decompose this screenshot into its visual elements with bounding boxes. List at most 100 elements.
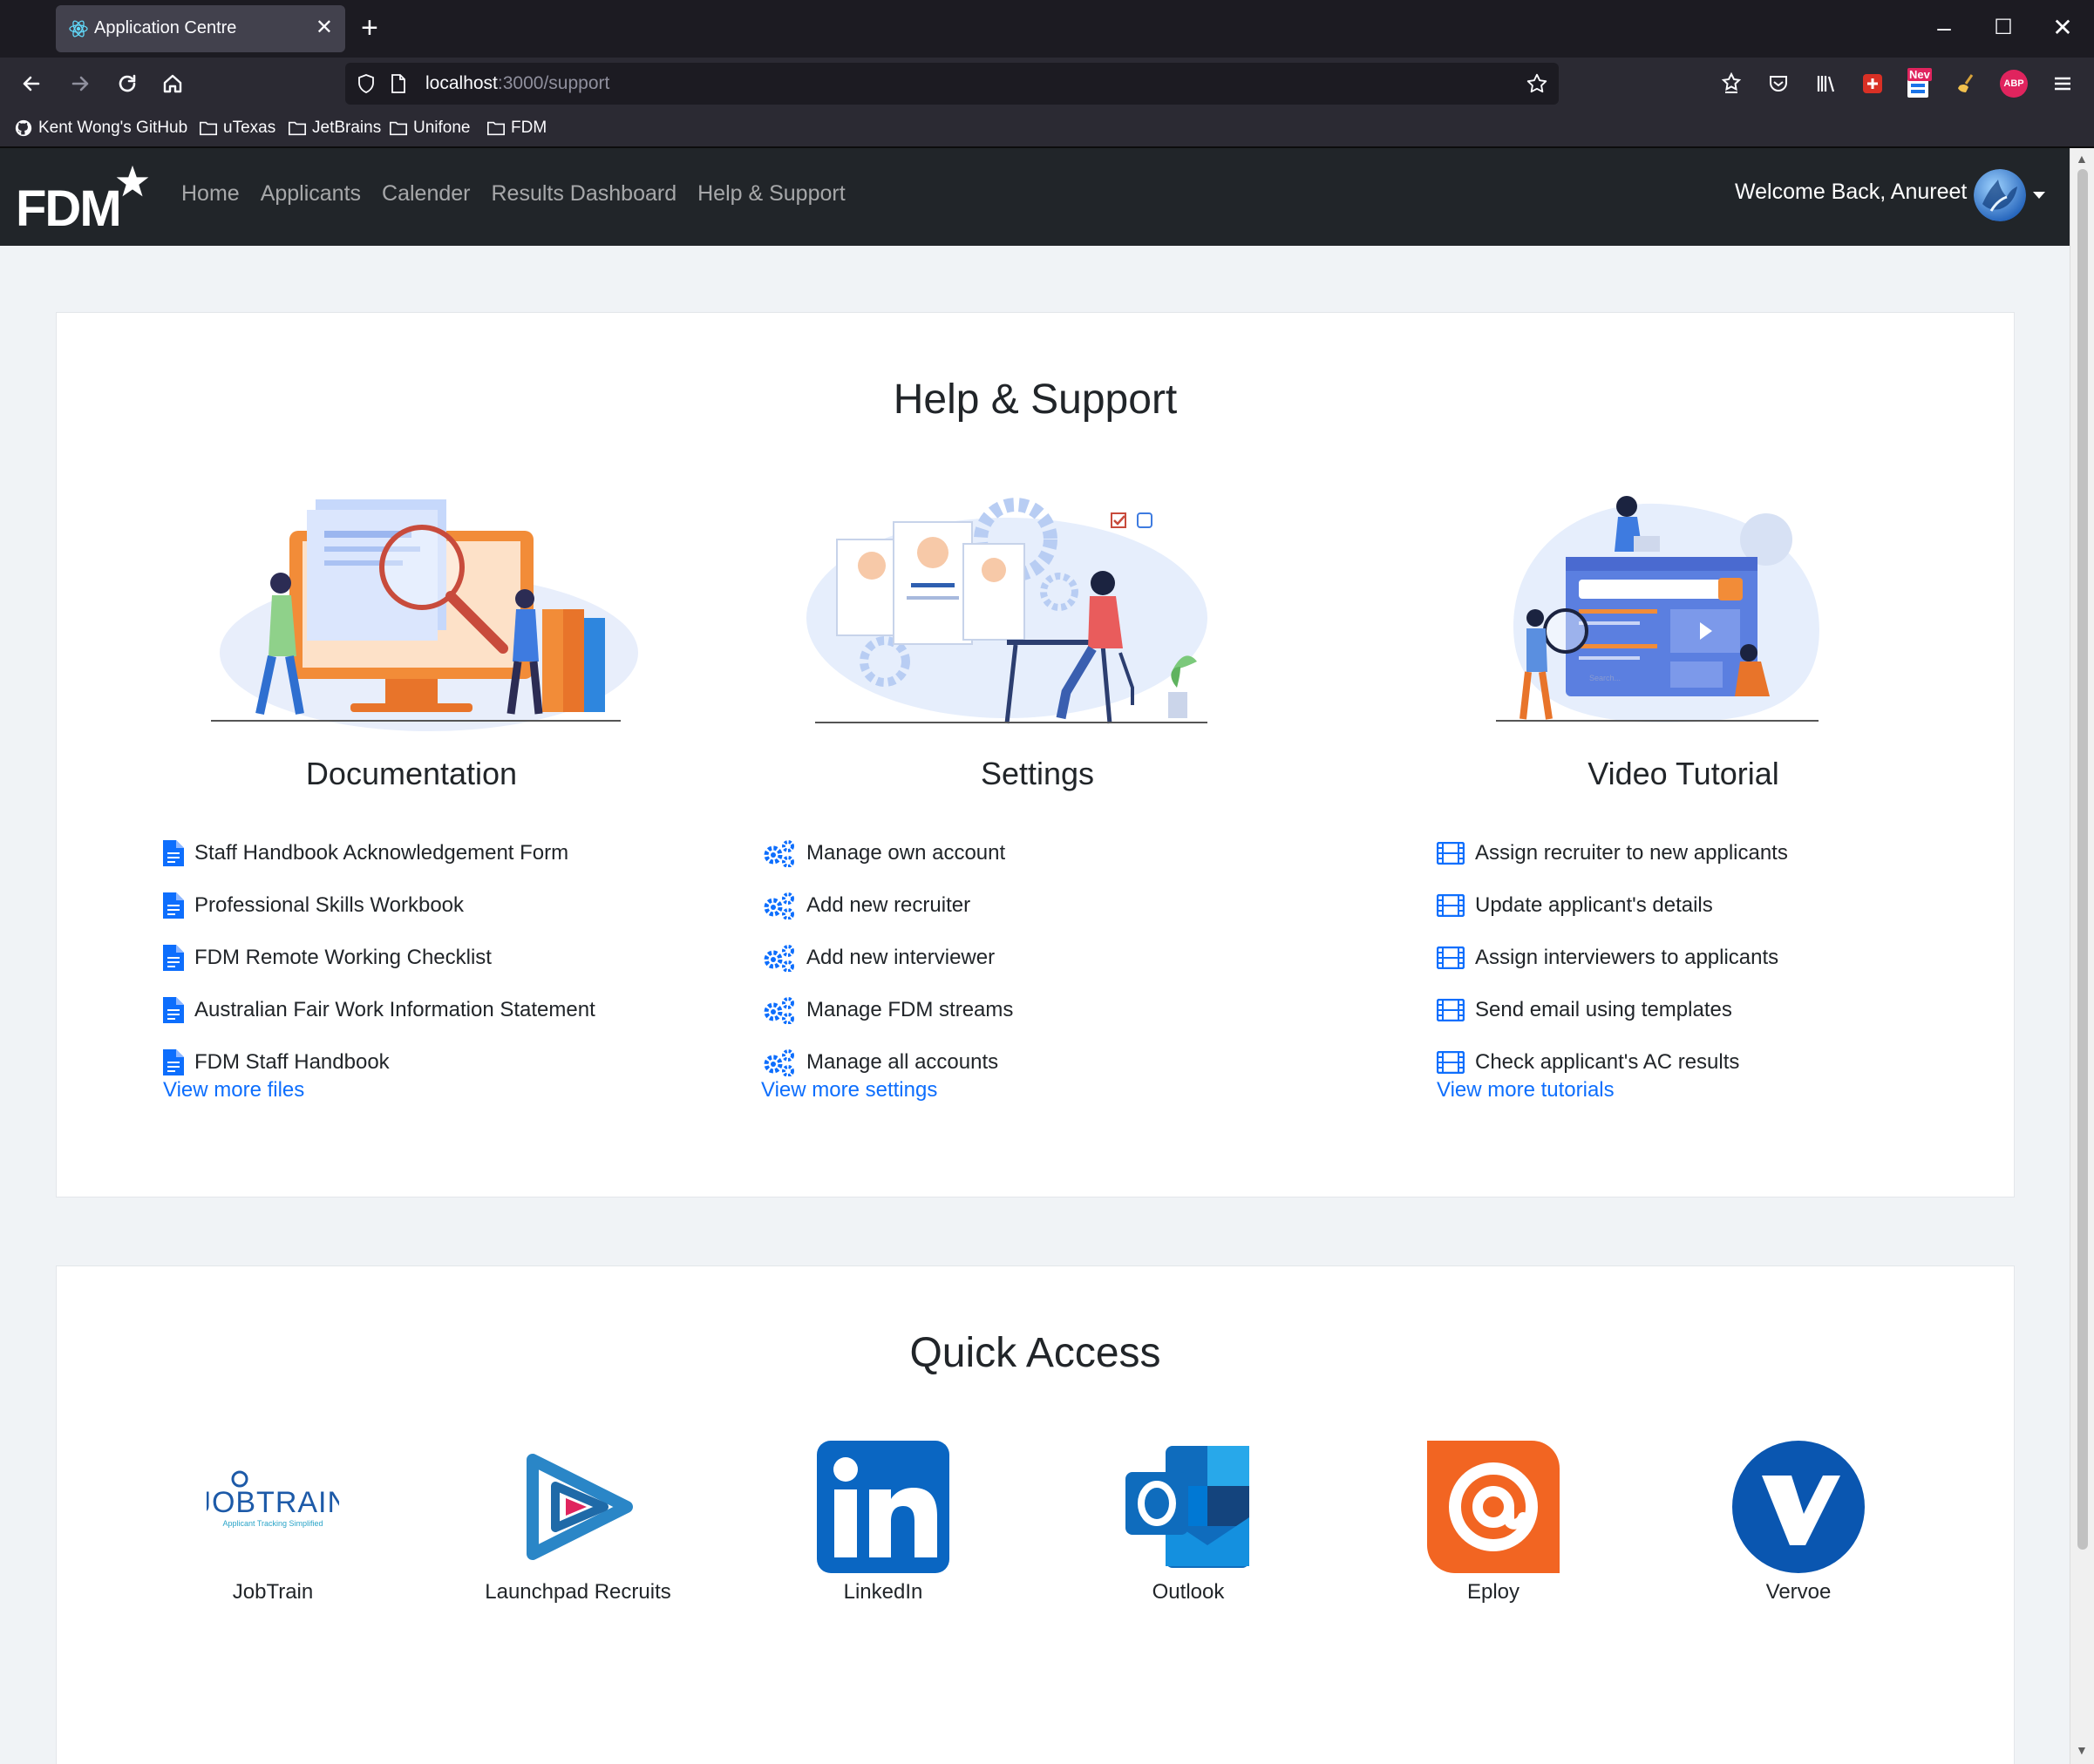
bookmark-utexas[interactable]: uTexas xyxy=(199,119,275,138)
shield-icon[interactable] xyxy=(356,73,377,94)
back-arrow-icon[interactable] xyxy=(14,66,49,101)
doc-item-remote-checklist[interactable]: FDM Remote Working Checklist xyxy=(163,932,595,984)
folder-icon xyxy=(289,121,306,136)
nav-applicants[interactable]: Applicants xyxy=(261,181,361,207)
view-more-tutorials-link[interactable]: View more tutorials xyxy=(1437,1078,1615,1102)
nav-results-dashboard[interactable]: Results Dashboard xyxy=(492,181,677,207)
new-tab-icon[interactable]: + xyxy=(361,10,378,45)
news-extension-icon[interactable]: Nev xyxy=(1904,68,1935,101)
quick-access-linkedin[interactable]: LinkedIn xyxy=(752,1441,1014,1615)
document-icon xyxy=(163,945,184,971)
document-icon xyxy=(163,1049,184,1075)
cogs-icon xyxy=(764,945,794,972)
doc-item-staff-handbook-ack[interactable]: Staff Handbook Acknowledgement Form xyxy=(163,827,595,879)
home-icon[interactable] xyxy=(155,66,190,101)
setting-item-label: Manage own account xyxy=(806,841,1006,865)
scroll-thumb[interactable] xyxy=(2077,169,2088,1550)
jobtrain-tagline: Applicant Tracking Simplified xyxy=(222,1519,323,1528)
bookmark-jetbrains[interactable]: JetBrains xyxy=(288,119,381,138)
url-bar[interactable]: localhost:3000/support xyxy=(345,63,1559,105)
quick-access-outlook[interactable]: Outlook xyxy=(1057,1441,1319,1615)
user-menu-caret-icon[interactable] xyxy=(2033,192,2045,199)
url-text: localhost:3000/support xyxy=(425,73,610,93)
video-item-label: Update applicant's details xyxy=(1475,893,1713,917)
forward-arrow-icon[interactable] xyxy=(63,66,98,101)
maximize-icon[interactable]: ☐ xyxy=(1986,10,2021,45)
setting-item-label: Add new recruiter xyxy=(806,893,971,917)
browser-tab-active[interactable]: Application Centre ✕ xyxy=(56,5,345,52)
bookmark-label: Kent Wong's GitHub xyxy=(38,119,188,137)
page-scrollbar[interactable]: ▲ ▼ xyxy=(2070,148,2094,1764)
quick-access-jobtrain[interactable]: JOBTRAIN Applicant Tracking Simplified J… xyxy=(142,1441,404,1615)
main-nav: Home Applicants Calender Results Dashboa… xyxy=(181,181,846,207)
pocket-save-icon[interactable] xyxy=(1717,70,1745,98)
star-icon xyxy=(116,165,149,197)
launchpad-logo-icon xyxy=(527,1454,633,1560)
nav-home[interactable]: Home xyxy=(181,181,240,207)
bookmark-fdm[interactable]: FDM xyxy=(486,119,547,138)
video-item-update-details[interactable]: Update applicant's details xyxy=(1437,879,1788,932)
quick-access-eploy[interactable]: Eploy xyxy=(1363,1441,1624,1615)
setting-item-add-recruiter[interactable]: Add new recruiter xyxy=(761,879,1013,932)
documentation-list: Staff Handbook Acknowledgement Form Prof… xyxy=(163,827,595,1089)
bookmark-star-icon[interactable] xyxy=(1526,72,1548,95)
quick-access-title: Quick Access xyxy=(909,1330,1161,1376)
extension-red-icon[interactable] xyxy=(1859,70,1887,98)
scroll-up-arrow-icon[interactable]: ▲ xyxy=(2076,152,2088,166)
setting-item-label: Manage all accounts xyxy=(806,1050,999,1074)
folder-icon xyxy=(487,121,505,136)
nav-help-support[interactable]: Help & Support xyxy=(697,181,846,207)
cogs-icon xyxy=(764,997,794,1024)
doc-item-label: FDM Staff Handbook xyxy=(194,1050,390,1074)
documentation-heading: Documentation xyxy=(305,756,518,791)
user-avatar[interactable] xyxy=(1974,169,2026,221)
cogs-icon xyxy=(764,892,794,919)
minimize-icon[interactable]: – xyxy=(1927,10,1961,45)
bookmark-unifone[interactable]: Unifone xyxy=(389,119,471,138)
github-icon xyxy=(15,119,32,137)
document-icon xyxy=(163,997,184,1023)
setting-item-manage-own-account[interactable]: Manage own account xyxy=(761,827,1013,879)
tab-close-icon[interactable]: ✕ xyxy=(316,16,333,40)
scroll-down-arrow-icon[interactable]: ▼ xyxy=(2076,1743,2088,1757)
view-more-files-link[interactable]: View more files xyxy=(163,1078,304,1102)
reload-icon[interactable] xyxy=(110,66,145,101)
setting-item-manage-streams[interactable]: Manage FDM streams xyxy=(761,984,1013,1036)
video-item-assign-recruiter[interactable]: Assign recruiter to new applicants xyxy=(1437,827,1788,879)
welcome-text: Welcome Back, Anureet xyxy=(1735,180,1968,204)
jobtrain-wordmark: JOBTRAIN xyxy=(207,1486,339,1519)
settings-list: Manage own account Add new recruiter Add… xyxy=(761,827,1013,1089)
adblock-icon[interactable]: ABP xyxy=(2000,70,2028,98)
pocket-icon[interactable] xyxy=(1764,70,1792,98)
film-icon xyxy=(1437,1051,1465,1074)
bookmark-label: JetBrains xyxy=(312,119,382,137)
quick-access-vervoe[interactable]: Vervoe xyxy=(1668,1441,1929,1615)
browser-toolbar: localhost:3000/support Nev ABP xyxy=(0,58,2094,112)
doc-item-fair-work[interactable]: Australian Fair Work Information Stateme… xyxy=(163,984,595,1036)
help-support-card: Help & Support Documentation Staff Handb… xyxy=(56,312,2015,1197)
quick-access-label: JobTrain xyxy=(232,1580,314,1604)
new-badge: Nev xyxy=(1907,68,1932,81)
window-close-icon[interactable]: ✕ xyxy=(2045,10,2080,45)
bookmarks-bar: Kent Wong's GitHub uTexas JetBrains Unif… xyxy=(0,112,2094,146)
setting-item-label: Add new interviewer xyxy=(806,946,996,969)
doc-item-label: Staff Handbook Acknowledgement Form xyxy=(194,841,569,865)
doc-item-label: FDM Remote Working Checklist xyxy=(194,946,492,969)
quick-access-label: Vervoe xyxy=(1765,1580,1832,1604)
fdm-logo[interactable]: FDM xyxy=(16,164,155,237)
video-item-send-email[interactable]: Send email using templates xyxy=(1437,984,1788,1036)
hamburger-menu-icon[interactable] xyxy=(2049,70,2077,98)
setting-item-add-interviewer[interactable]: Add new interviewer xyxy=(761,932,1013,984)
doc-item-skills-workbook[interactable]: Professional Skills Workbook xyxy=(163,879,595,932)
outlook-logo-icon xyxy=(1125,1446,1249,1568)
bookmark-github[interactable]: Kent Wong's GitHub xyxy=(14,119,187,138)
view-more-settings-link[interactable]: View more settings xyxy=(761,1078,937,1102)
video-item-assign-interviewers[interactable]: Assign interviewers to applicants xyxy=(1437,932,1788,984)
library-icon[interactable] xyxy=(1812,70,1839,98)
nav-calender[interactable]: Calender xyxy=(382,181,470,207)
quick-access-launchpad[interactable]: Launchpad Recruits xyxy=(447,1441,709,1615)
video-item-label: Check applicant's AC results xyxy=(1475,1050,1740,1074)
document-icon xyxy=(163,892,184,919)
video-tutorial-heading: Video Tutorial xyxy=(1587,756,1779,791)
broom-extension-icon[interactable] xyxy=(1953,70,1981,98)
